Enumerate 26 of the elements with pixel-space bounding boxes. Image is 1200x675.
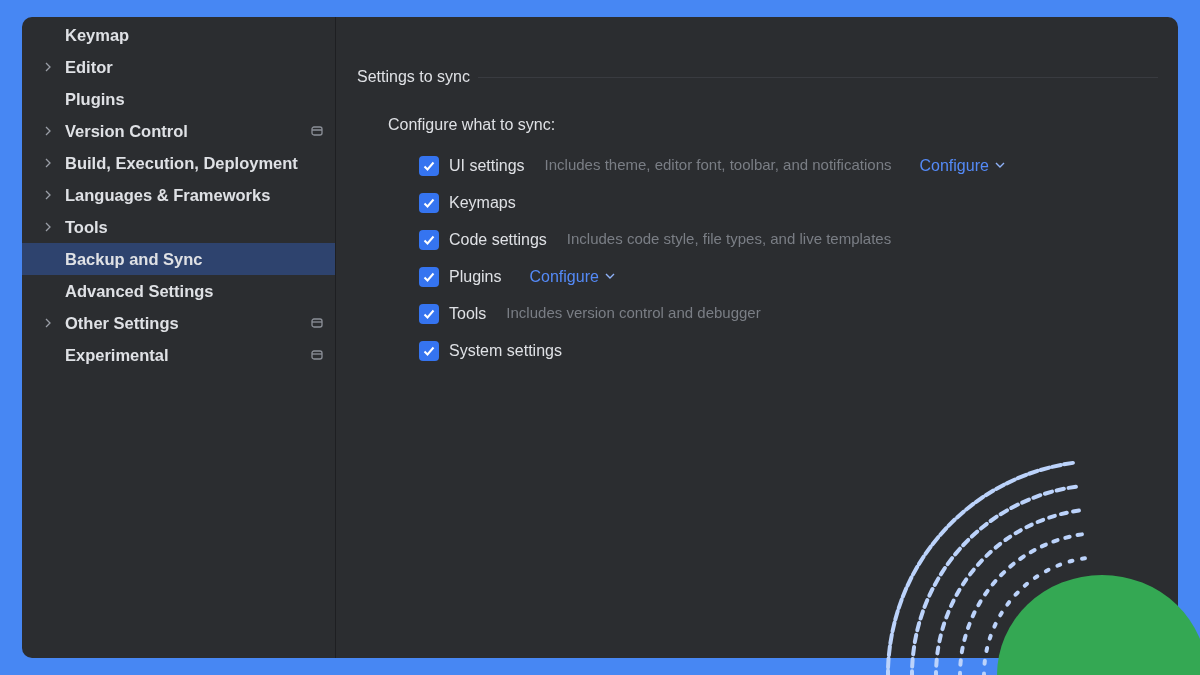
sidebar-item[interactable]: Other Settings [22, 307, 335, 339]
checkbox-label[interactable]: System settings [449, 338, 562, 363]
configure-link[interactable]: Configure [529, 264, 615, 289]
option-description: Includes version control and debugger [506, 303, 761, 324]
sidebar-item[interactable]: Backup and Sync [22, 243, 335, 275]
sidebar-item[interactable]: Tools [22, 211, 335, 243]
sidebar-item[interactable]: Plugins [22, 83, 335, 115]
checkbox-label[interactable]: Code settings [449, 227, 547, 252]
caret-icon[interactable] [604, 273, 615, 280]
option-description: Includes code style, file types, and live templates [566, 229, 892, 250]
sidebar-item[interactable]: Languages & Frameworks [22, 179, 335, 211]
option-description: Includes theme, editor font, toolbar, and notifications [544, 155, 892, 176]
checkbox-label[interactable]: Plugins [449, 264, 502, 289]
checkbox-label[interactable]: Keymaps [449, 190, 516, 215]
sidebar-item[interactable]: Experimental [22, 339, 335, 371]
sidebar-item[interactable]: Keymap [22, 19, 335, 51]
section-title: Settings to sync [357, 67, 470, 87]
checkbox-label[interactable]: Tools [449, 301, 487, 326]
sidebar-item[interactable]: Version Control [22, 115, 335, 147]
configure-link[interactable]: Configure [919, 153, 1005, 178]
caret-icon[interactable] [994, 162, 1005, 169]
checkbox-label[interactable]: UI settings [449, 153, 525, 178]
section-label: Configure what to sync: [388, 115, 557, 135]
sidebar-item[interactable]: Advanced Settings [22, 275, 335, 307]
sidebar-item[interactable]: Editor [22, 51, 335, 83]
sidebar-item[interactable]: Build, Execution, Deployment [22, 147, 335, 179]
